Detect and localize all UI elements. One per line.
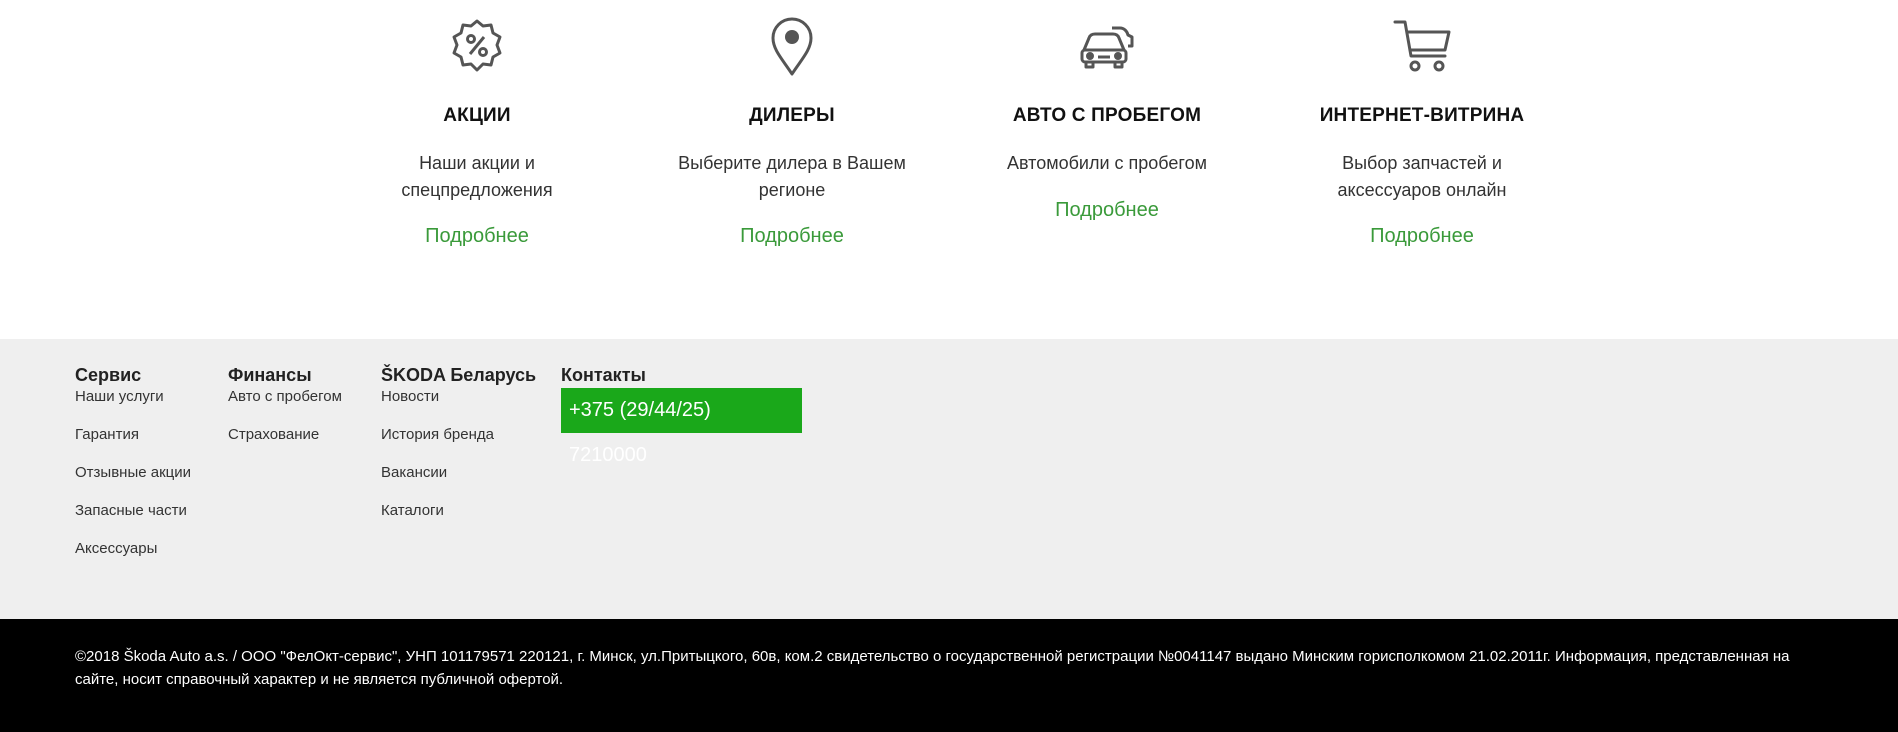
- footer-column-service: Сервис Наши услуги Гарантия Отзывные акц…: [75, 363, 191, 559]
- used-car-icon[interactable]: [1076, 16, 1138, 78]
- footer-link-news[interactable]: Новости: [381, 387, 536, 407]
- features-section: АКЦИИ Наши акции и спецпредложения Подро…: [0, 0, 1898, 339]
- feature-description: Наши акции и спецпредложения: [337, 150, 617, 204]
- footer-column-heading: Сервис: [75, 365, 142, 385]
- feature-description: Выберите дилера в Вашем регионе: [652, 150, 932, 204]
- footer-link-accessories[interactable]: Аксессуары: [75, 539, 191, 559]
- promotions-more-link[interactable]: Подробнее: [337, 225, 617, 248]
- feature-title: АКЦИИ: [443, 105, 511, 126]
- used-cars-more-link[interactable]: Подробнее: [967, 199, 1247, 222]
- footer-link-vacancies[interactable]: Вакансии: [381, 463, 536, 483]
- footer-link-used-cars[interactable]: Авто с пробегом: [228, 387, 342, 407]
- feature-description-line: регионе: [758, 180, 826, 200]
- footer-column-heading: Финансы: [228, 365, 312, 385]
- phone-button[interactable]: +375 (29/44/25) 7210000: [561, 388, 802, 466]
- feature-title: АВТО С ПРОБЕГОМ: [1012, 105, 1202, 126]
- online-store-more-link[interactable]: Подробнее: [1282, 225, 1562, 248]
- feature-title: ИНТЕРНЕТ-ВИТРИНА: [1319, 105, 1525, 126]
- legal-text: ©2018 Škoda Auto a.s. / ООО "ФелОкт-серв…: [75, 648, 1790, 688]
- footer-column-contacts: Контакты +375 (29/44/25) 7210000: [561, 363, 802, 466]
- feature-description-line: аксессуаров онлайн: [1337, 180, 1507, 200]
- site-footer: Сервис Наши услуги Гарантия Отзывные акц…: [0, 339, 1898, 619]
- feature-description-line: Автомобили с пробегом: [1007, 153, 1207, 173]
- percent-badge-icon[interactable]: [446, 16, 508, 78]
- feature-description-line: Выбор запчастей и: [1342, 153, 1502, 173]
- feature-description-line: спецпредложения: [401, 180, 553, 200]
- feature-description: Автомобили с пробегом: [967, 150, 1247, 177]
- feature-title: ДИЛЕРЫ: [749, 105, 835, 126]
- footer-link-insurance[interactable]: Страхование: [228, 425, 342, 445]
- footer-link-warranty[interactable]: Гарантия: [75, 425, 191, 445]
- feature-description-line: Наши акции и: [419, 153, 535, 173]
- footer-column-finance: Финансы Авто с пробегом Страхование: [228, 363, 342, 445]
- map-pin-icon[interactable]: [761, 16, 823, 78]
- feature-description: Выбор запчастей и аксессуаров онлайн: [1282, 150, 1562, 204]
- footer-link-catalogs[interactable]: Каталоги: [381, 501, 536, 521]
- footer-column-heading: Контакты: [561, 365, 646, 385]
- footer-link-recalls[interactable]: Отзывные акции: [75, 463, 191, 483]
- feature-description-line: Выберите дилера в Вашем: [678, 153, 906, 173]
- footer-column-skoda-belarus: ŠKODA Беларусь Новости История бренда Ва…: [381, 363, 536, 521]
- footer-link-services[interactable]: Наши услуги: [75, 387, 191, 407]
- shopping-cart-icon[interactable]: [1391, 16, 1453, 78]
- dealers-more-link[interactable]: Подробнее: [652, 225, 932, 248]
- footer-column-heading: ŠKODA Беларусь: [381, 365, 537, 385]
- footer-link-spare-parts[interactable]: Запасные части: [75, 501, 191, 521]
- footer-link-brand-history[interactable]: История бренда: [381, 425, 536, 445]
- legal-bar: ©2018 Škoda Auto a.s. / ООО "ФелОкт-серв…: [0, 619, 1898, 732]
